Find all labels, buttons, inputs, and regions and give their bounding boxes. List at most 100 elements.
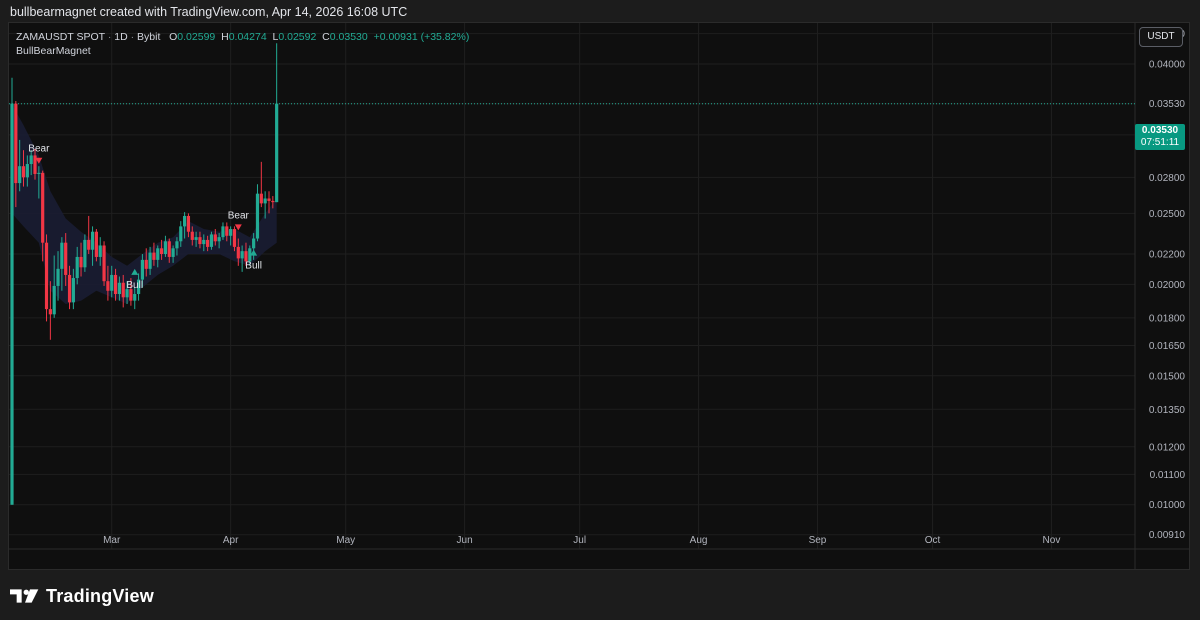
candle-body <box>190 231 194 240</box>
price-axis-tick-label: 0.00910 <box>1149 530 1186 541</box>
candle-body <box>144 259 148 269</box>
candle-body <box>202 239 206 245</box>
price-axis-tick-label: 0.01650 <box>1149 341 1186 352</box>
bear-signal-label: Bear <box>228 210 250 221</box>
price-axis-tick-label: 0.01800 <box>1149 313 1186 324</box>
candle-body <box>198 237 202 245</box>
price-chart[interactable]: BearBullBearBull0.044000.040000.035300.0… <box>9 23 1189 569</box>
price-axis-tick-label: 0.01000 <box>1149 500 1186 511</box>
high-value: 0.04274 <box>228 31 267 43</box>
symbol-name[interactable]: ZAMAUSDT SPOT <box>16 31 105 43</box>
indicator-label[interactable]: BullBearMagnet <box>16 45 91 57</box>
candle-body <box>263 198 267 204</box>
price-axis-tick-label: 0.01100 <box>1150 470 1186 481</box>
time-axis-tick-label: Sep <box>809 535 827 546</box>
candle-body <box>79 256 83 268</box>
candle-body <box>25 164 29 178</box>
candle-body <box>67 274 72 303</box>
candle-body <box>159 248 164 255</box>
candle-body <box>140 259 145 280</box>
price-axis-tick-label: 0.02500 <box>1149 209 1186 220</box>
high-key: H <box>221 31 229 43</box>
candle-body <box>133 294 137 301</box>
candle-body <box>29 155 33 165</box>
price-axis-tick-label: 0.01350 <box>1149 405 1186 416</box>
candle-body <box>156 248 160 260</box>
candle-body <box>148 252 152 269</box>
candle-body <box>179 226 183 242</box>
candle-body <box>37 172 41 174</box>
candle-body <box>106 281 110 291</box>
candle-body <box>183 215 187 227</box>
price-axis-tick-label: 0.03530 <box>1149 99 1186 110</box>
candle-body <box>152 252 156 260</box>
time-axis-tick-label: May <box>336 535 355 546</box>
candle-body <box>113 274 118 295</box>
candle-body <box>48 309 52 315</box>
exchange-label: Bybit <box>137 31 161 43</box>
candle-body <box>117 282 121 295</box>
time-axis-tick-label: Oct <box>925 535 941 546</box>
time-axis-tick-label: Aug <box>690 535 708 546</box>
candle-body <box>18 166 22 184</box>
price-axis-tick-label: 0.02800 <box>1149 173 1186 184</box>
candle-body <box>240 251 244 259</box>
price-axis-tick-label: 0.01200 <box>1149 442 1186 453</box>
time-axis-tick-label: Mar <box>103 535 121 546</box>
time-axis-tick-label: Jun <box>457 535 473 546</box>
close-key: C <box>322 31 330 43</box>
close-value: 0.03530 <box>329 31 368 43</box>
candle-body <box>71 278 75 303</box>
candle-body <box>94 231 98 257</box>
bar-countdown: 07:51:11 <box>1140 137 1180 148</box>
change-value: +0.00931 (+35.82%) <box>373 31 470 43</box>
low-value: 0.02592 <box>278 31 317 43</box>
candle-body <box>225 226 229 236</box>
candle-body <box>98 245 102 257</box>
price-axis-tick-label: 0.04000 <box>1149 59 1186 70</box>
candle-body <box>87 239 91 250</box>
symbol-legend[interactable]: ZAMAUSDT SPOT · 1D · Bybit O0.02599 H0.0… <box>16 31 469 43</box>
candle-body <box>21 166 26 178</box>
candle-body <box>194 237 198 240</box>
candle-body <box>10 103 14 505</box>
candle-body <box>209 234 214 247</box>
currency-button[interactable]: USDT <box>1139 27 1183 47</box>
candle-body <box>56 268 60 286</box>
brand-logo[interactable]: TradingView <box>10 585 154 607</box>
candle-body <box>14 103 18 184</box>
interval-label[interactable]: 1D <box>114 31 127 43</box>
candle-body <box>44 242 49 310</box>
candle-body <box>213 234 217 242</box>
candle-body <box>110 274 114 291</box>
chart-caption: bullbearmagnet created with TradingView.… <box>10 5 408 19</box>
candle-body <box>186 215 191 232</box>
candle-body <box>217 237 221 242</box>
candle-body <box>275 103 279 203</box>
candle-body <box>64 242 68 275</box>
time-axis-tick-label: Jul <box>573 535 586 546</box>
open-value: 0.02599 <box>177 31 216 43</box>
legend-separator: · <box>130 31 135 43</box>
candle-body <box>175 241 179 249</box>
candle-body <box>102 245 106 282</box>
chart-panel[interactable]: BearBullBearBull0.044000.040000.035300.0… <box>8 22 1190 570</box>
candle-body <box>90 231 95 250</box>
candle-body <box>83 239 87 268</box>
price-axis-tick-label: 0.01500 <box>1149 371 1186 382</box>
tradingview-logo-icon <box>10 589 39 603</box>
last-price-tag: 0.03530 07:51:11 <box>1135 124 1185 150</box>
candle-body <box>121 282 125 298</box>
candle-body <box>255 193 260 239</box>
time-axis-tick-label: Nov <box>1043 535 1061 546</box>
price-axis-tick-label: 0.02200 <box>1149 250 1186 261</box>
bull-signal-label: Bull <box>245 261 262 272</box>
candle-body <box>167 241 171 257</box>
candle-body <box>229 229 233 236</box>
brand-name: TradingView <box>46 585 154 606</box>
candle-body <box>271 200 275 203</box>
legend-separator: · <box>107 31 112 43</box>
last-price-value: 0.03530 <box>1141 125 1179 136</box>
price-axis-tick-label: 0.02000 <box>1149 280 1186 291</box>
candle-body <box>41 172 45 243</box>
